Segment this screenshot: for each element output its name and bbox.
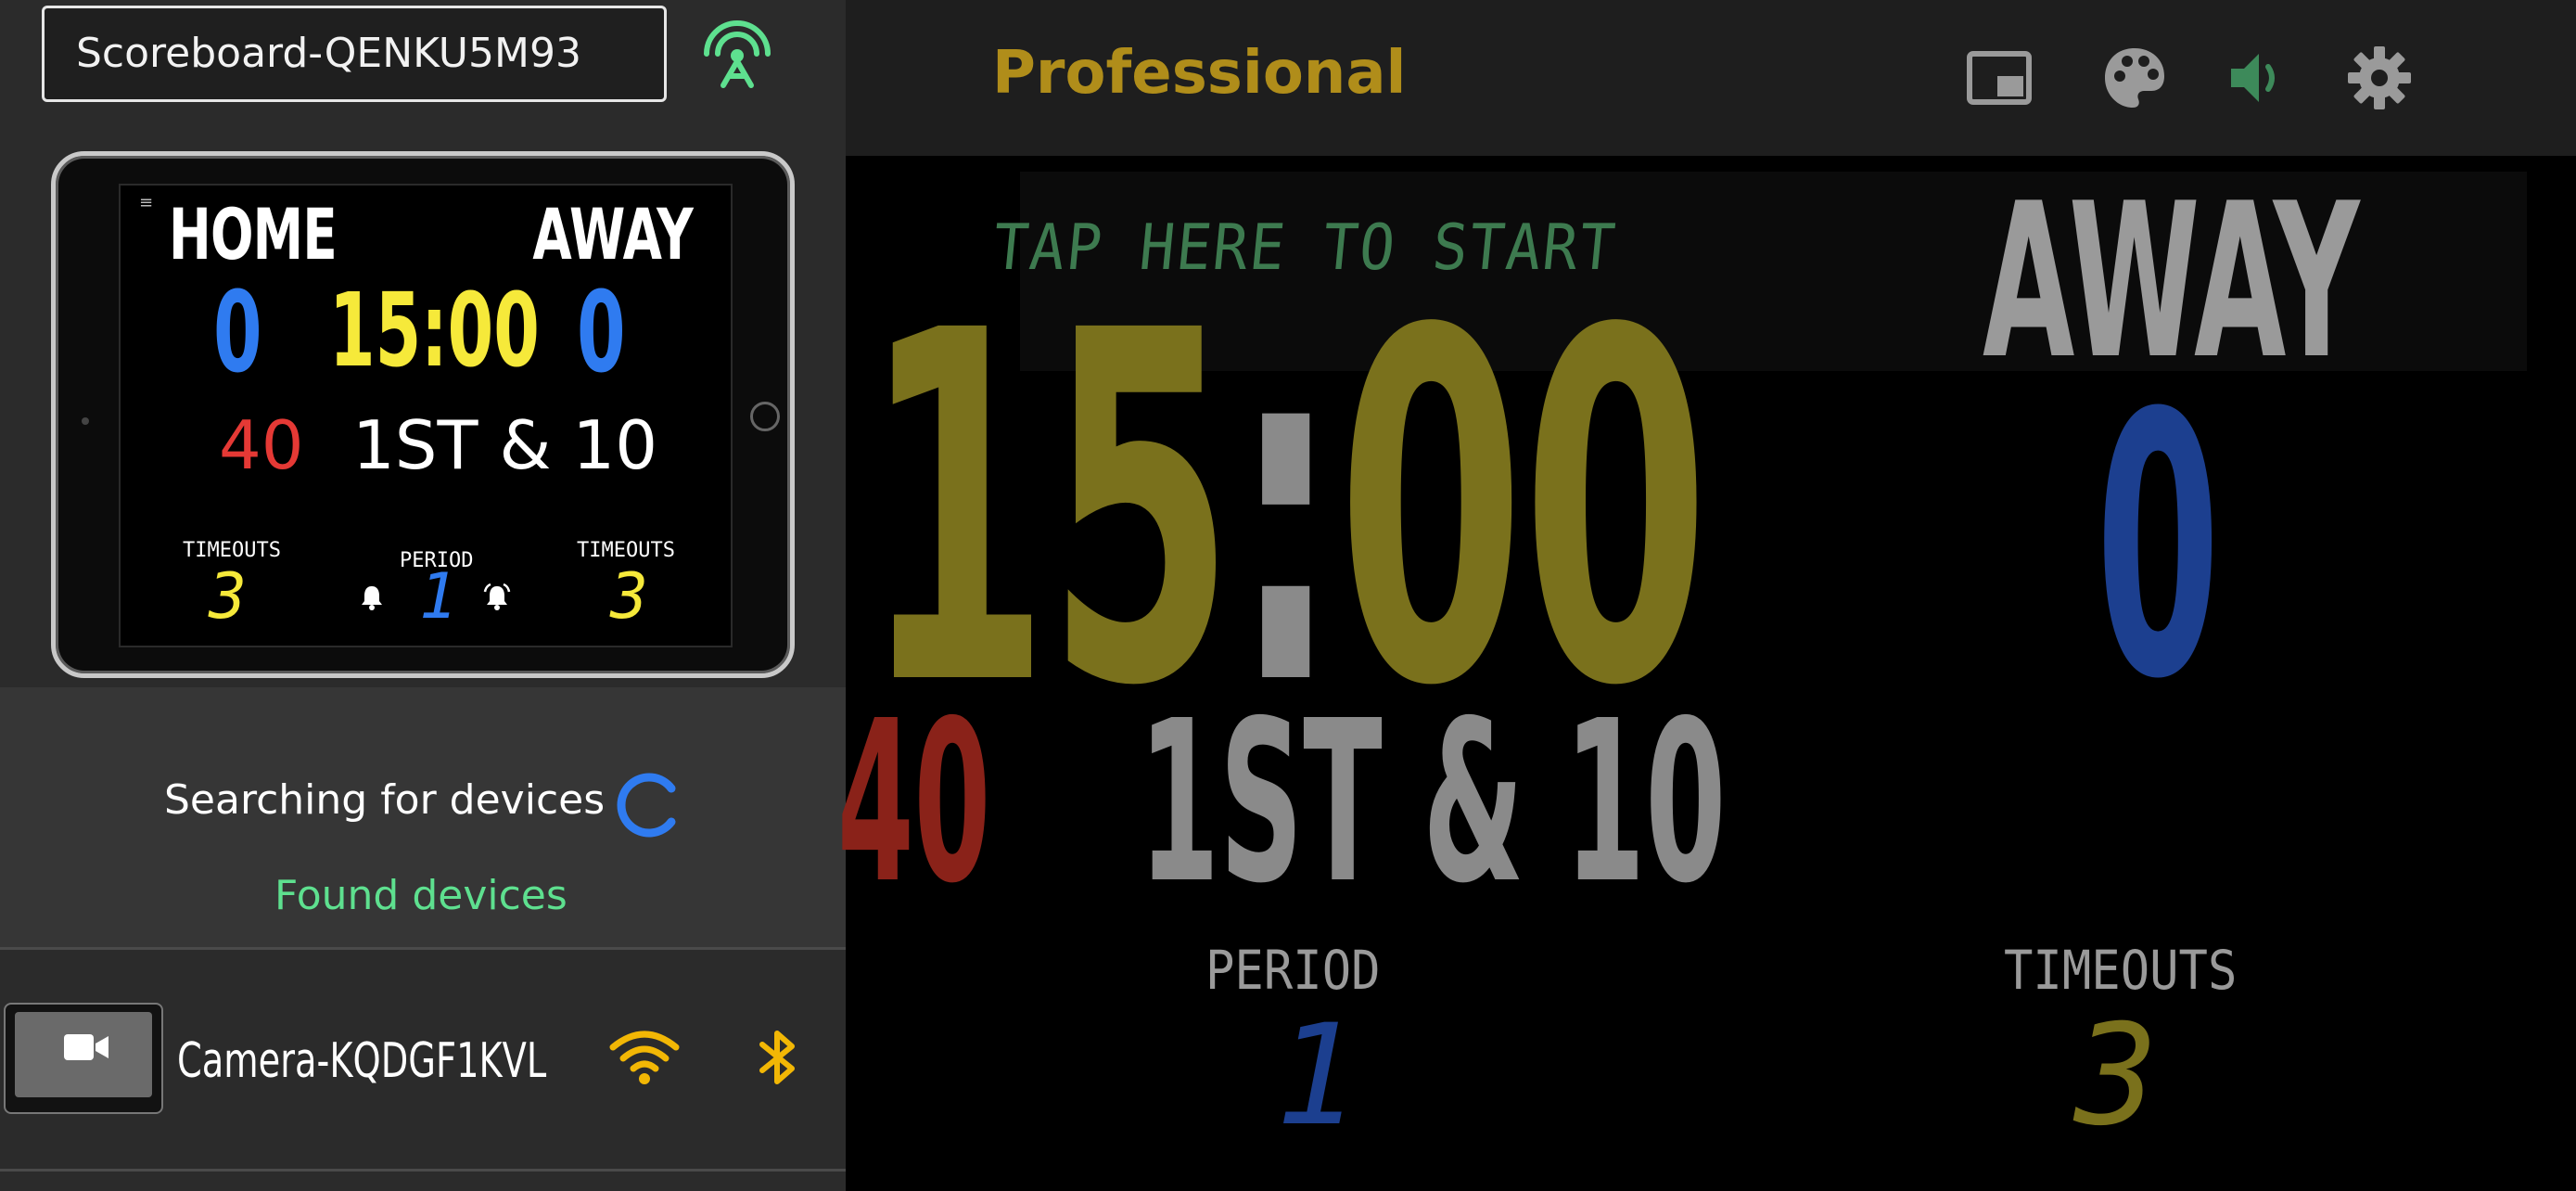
- wifi-icon[interactable]: [607, 1027, 682, 1086]
- preview-away-label: AWAY: [532, 193, 694, 275]
- scoreboard-name-field[interactable]: Scoreboard-QENKU5M93: [42, 6, 667, 102]
- bell-ringing-icon: [483, 583, 511, 610]
- period-label: PERIOD: [1205, 939, 1381, 1002]
- scoreboard-preview-tablet: ≡ HOME AWAY 0 15:00 0 40 1ST & 10 TIMEOU…: [51, 151, 795, 678]
- device-name[interactable]: Camera-KQDGF1KVL: [177, 1033, 546, 1089]
- found-devices-heading: Found devices: [274, 872, 567, 919]
- preview-home-label: HOME: [169, 193, 338, 275]
- preview-period: 1: [419, 560, 457, 634]
- picture-in-picture-icon[interactable]: [1962, 41, 2036, 115]
- down-and-distance[interactable]: 1ST & 10: [1139, 691, 1726, 914]
- device-thumbnail-screen: [15, 1012, 152, 1097]
- preview-home-score: 0: [213, 269, 262, 398]
- bluetooth-icon[interactable]: [749, 1028, 805, 1087]
- preview-home-timeouts-label: TIMEOUTS: [183, 539, 281, 562]
- preview-away-score: 0: [577, 269, 626, 398]
- preview-menu-icon: ≡: [139, 193, 154, 212]
- preview-ball-on: 40: [219, 406, 304, 484]
- settings-gear-icon[interactable]: [2342, 41, 2417, 115]
- preview-away-timeouts: 3: [610, 560, 648, 634]
- period-value[interactable]: 1: [1275, 1006, 1358, 1146]
- preview-screen: ≡ HOME AWAY 0 15:00 0 40 1ST & 10 TIMEOU…: [119, 184, 733, 647]
- preview-home-timeouts: 3: [209, 560, 247, 634]
- mode-title[interactable]: Professional: [992, 39, 1406, 108]
- video-camera-icon: [64, 1034, 108, 1060]
- ball-on-yard-line[interactable]: 40: [837, 691, 990, 914]
- timeouts-label: TIMEOUTS: [2004, 939, 2238, 1002]
- preview-down-distance: 1ST & 10: [352, 406, 658, 484]
- device-list-item-next: [0, 1172, 846, 1191]
- tablet-home-button: [750, 402, 780, 431]
- tablet-camera-dot: [82, 417, 89, 425]
- away-score[interactable]: 0: [2096, 366, 2220, 728]
- timeouts-value[interactable]: 3: [2074, 1006, 2158, 1146]
- bell-icon: [362, 586, 382, 610]
- device-thumbnail: [4, 1003, 163, 1114]
- preview-away-timeouts-label: TIMEOUTS: [577, 539, 675, 562]
- broadcast-icon[interactable]: [695, 17, 779, 91]
- volume-icon[interactable]: [2222, 41, 2296, 115]
- loading-spinner-icon: [617, 773, 676, 838]
- searching-status: Searching for devices: [164, 776, 606, 824]
- preview-clock: 15:00: [329, 271, 540, 390]
- palette-icon[interactable]: [2098, 41, 2172, 115]
